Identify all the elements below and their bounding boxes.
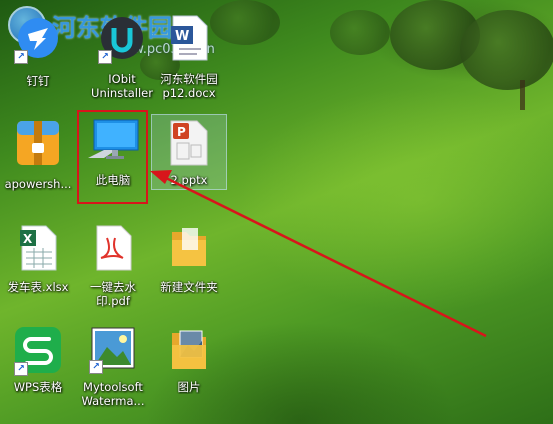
- tree-trunk: [520, 80, 525, 110]
- desktop-icon-mytoolsoft[interactable]: ↗ Mytoolsoft Waterma...: [76, 320, 150, 410]
- dingtalk-icon: ↗: [10, 10, 66, 66]
- desktop-icon-word-doc[interactable]: W 河东软件园 p12.docx: [152, 10, 226, 100]
- desktop-icon-dingtalk[interactable]: ↗ 钉钉: [1, 10, 75, 100]
- desktop-icon-label: IObit Uninstaller: [91, 72, 153, 100]
- folder-icon: [161, 220, 217, 276]
- svg-text:W: W: [175, 29, 189, 44]
- desktop-icon-iobit-uninstaller[interactable]: ↗ IObit Uninstaller: [85, 10, 159, 100]
- pictures-folder-icon: [161, 322, 217, 378]
- tree-decoration: [460, 10, 553, 90]
- desktop-icon-label: 发车表.xlsx: [7, 280, 69, 294]
- pptx-icon: P: [161, 115, 217, 171]
- iobit-uninstaller-icon: ↗: [94, 10, 150, 66]
- desktop-icon-label: 新建文件夹: [160, 280, 218, 294]
- svg-text:P: P: [177, 125, 186, 139]
- shortcut-arrow-icon: ↗: [14, 362, 28, 376]
- desktop-icon-label: 2.pptx: [170, 173, 208, 187]
- desktop-icon-excel[interactable]: X 发车表.xlsx: [1, 220, 75, 310]
- desktop-icon-pdf[interactable]: 一键去水印.pdf: [76, 220, 150, 310]
- desktop-icon-wps-spreadsheet[interactable]: ↗ WPS表格: [1, 322, 75, 412]
- desktop-icon-label: 一键去水印.pdf: [90, 280, 136, 308]
- desktop-icon-apowersoft[interactable]: apowersh...: [1, 115, 75, 205]
- excel-icon: X: [10, 220, 66, 276]
- desktop-icon-label: apowersh...: [4, 177, 72, 191]
- shortcut-arrow-icon: ↗: [14, 50, 28, 64]
- word-doc-icon: W: [161, 10, 217, 66]
- svg-text:X: X: [23, 232, 33, 246]
- desktop-icon-new-folder[interactable]: 新建文件夹: [152, 220, 226, 310]
- pdf-icon: [85, 220, 141, 276]
- desktop-icon-label: 图片: [177, 380, 201, 394]
- shortcut-arrow-icon: ↗: [89, 360, 103, 374]
- desktop-icon-label: Mytoolsoft Waterma...: [81, 380, 145, 408]
- desktop-icon-pptx[interactable]: P 2.pptx: [151, 114, 227, 190]
- wps-spreadsheet-icon: ↗: [10, 322, 66, 378]
- desktop-icon-pictures[interactable]: 图片: [152, 322, 226, 412]
- desktop-icon-label: WPS表格: [13, 380, 63, 394]
- desktop-icon-label: 钉钉: [26, 74, 50, 88]
- shortcut-arrow-icon: ↗: [98, 50, 112, 64]
- desktop-icon-label: 河东软件园 p12.docx: [160, 72, 218, 100]
- archive-icon: [10, 115, 66, 171]
- highlight-box: [77, 110, 148, 204]
- mytoolsoft-icon: ↗: [85, 320, 141, 376]
- tree-decoration: [330, 10, 390, 55]
